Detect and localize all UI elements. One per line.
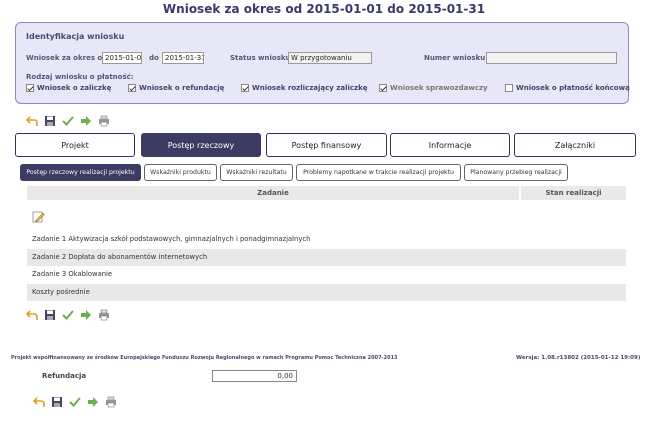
date-to-input[interactable]: 2015-01-31: [162, 52, 204, 64]
checkbox-advance[interactable]: Wniosek o zaliczkę: [26, 84, 111, 92]
undo-icon[interactable]: [32, 396, 45, 409]
identification-header: Identyfikacja wniosku: [26, 32, 125, 41]
tab-postep-rzeczowy[interactable]: Postęp rzeczowy: [141, 133, 261, 157]
tab-postep-finansowy[interactable]: Postęp finansowy: [266, 133, 387, 157]
number-field: [486, 52, 617, 64]
checkbox-reporting[interactable]: Wniosek sprawozdawczy: [379, 84, 488, 92]
table-row[interactable]: Zadanie 2 Dopłata do abonamentów interne…: [27, 248, 626, 266]
subtab-planowany-przebieg[interactable]: Planowany przebieg realizacji: [464, 164, 568, 181]
refund-value-field: 0,00: [212, 370, 297, 382]
table-row[interactable]: Zadanie 3 Okablowanie: [27, 266, 626, 284]
subtab-wskazniki-produktu[interactable]: Wskaźniki produktu: [144, 164, 217, 181]
tasks-grid: Zadanie Stan realizacji Zadanie 1 Aktywi…: [27, 186, 626, 301]
tab-zalaczniki[interactable]: Załączniki: [514, 133, 636, 157]
checkbox-box[interactable]: [128, 84, 136, 92]
save-icon[interactable]: [50, 396, 63, 409]
table-row[interactable]: Zadanie 1 Aktywizacja szkół podstawowych…: [27, 231, 626, 249]
type-label: Rodzaj wniosku o płatność:: [26, 73, 134, 81]
undo-icon[interactable]: [25, 115, 38, 128]
print-icon[interactable]: [97, 115, 110, 128]
check-icon[interactable]: [68, 396, 81, 409]
checkbox-settlement[interactable]: Wniosek rozliczający zaliczkę: [241, 84, 368, 92]
checkbox-final[interactable]: Wniosek o płatność końcową: [505, 84, 630, 92]
undo-icon[interactable]: [25, 309, 38, 322]
subtab-wskazniki-rezultatu[interactable]: Wskaźniki rezultatu: [220, 164, 293, 181]
checkbox-box[interactable]: [241, 84, 249, 92]
cofinance-note: Projekt współfinansowany ze środków Euro…: [11, 355, 398, 361]
checkbox-label: Wniosek o płatność końcową: [516, 84, 630, 92]
toolbar-middle: [25, 307, 110, 323]
status-field: W przygotowaniu: [288, 52, 372, 64]
main-tabs: Projekt Postęp rzeczowy Postęp finansowy…: [15, 133, 636, 157]
tab-informacje[interactable]: Informacje: [390, 133, 510, 157]
checkbox-label: Wniosek o refundację: [139, 84, 225, 92]
checkbox-label: Wniosek rozliczający zaliczkę: [252, 84, 368, 92]
forward-icon[interactable]: [79, 309, 92, 322]
print-icon[interactable]: [97, 309, 110, 322]
checkbox-label: Wniosek o zaliczkę: [37, 84, 112, 92]
edit-icon[interactable]: [32, 208, 45, 227]
forward-icon[interactable]: [79, 115, 92, 128]
grid-header: Zadanie Stan realizacji: [27, 186, 626, 200]
identification-panel: Identyfikacja wniosku Wniosek za okres o…: [15, 22, 630, 104]
checkbox-box[interactable]: [379, 84, 387, 92]
checkbox-box[interactable]: [26, 84, 34, 92]
save-icon[interactable]: [43, 115, 56, 128]
column-header-task: Zadanie: [257, 189, 289, 197]
forward-icon[interactable]: [86, 396, 99, 409]
page-title: Wniosek za okres od 2015-01-01 do 2015-0…: [162, 2, 486, 16]
toolbar-bottom: [32, 394, 117, 410]
toolbar-top: [25, 113, 110, 129]
version-info: Wersja: 1.08.r13802 (2015-01-12 19:09): [516, 355, 641, 361]
refund-label: Refundacja: [42, 372, 87, 380]
checkbox-refund[interactable]: Wniosek o refundację: [128, 84, 224, 92]
subtab-problemy[interactable]: Problemy napotkane w trakcie realizacji …: [296, 164, 461, 181]
table-row[interactable]: Koszty pośrednie: [27, 283, 626, 301]
status-label: Status wniosku: [230, 54, 291, 62]
subtab-postep-rzeczowy[interactable]: Postęp rzeczowy realizacji projektu: [20, 164, 141, 181]
save-icon[interactable]: [43, 309, 56, 322]
print-icon[interactable]: [104, 396, 117, 409]
checkbox-box[interactable]: [505, 84, 513, 92]
number-label: Numer wniosku: [424, 54, 486, 62]
check-icon[interactable]: [61, 115, 74, 128]
grid-edit-row: [27, 200, 626, 231]
period-label: Wniosek za okres od: [26, 54, 108, 62]
check-icon[interactable]: [61, 309, 74, 322]
checkbox-label: Wniosek sprawozdawczy: [390, 84, 488, 92]
date-from-input[interactable]: 2015-01-01: [102, 52, 142, 64]
tab-projekt[interactable]: Projekt: [15, 133, 135, 157]
column-header-status: Stan realizacji: [519, 186, 626, 200]
date-to-label: do: [149, 54, 159, 62]
